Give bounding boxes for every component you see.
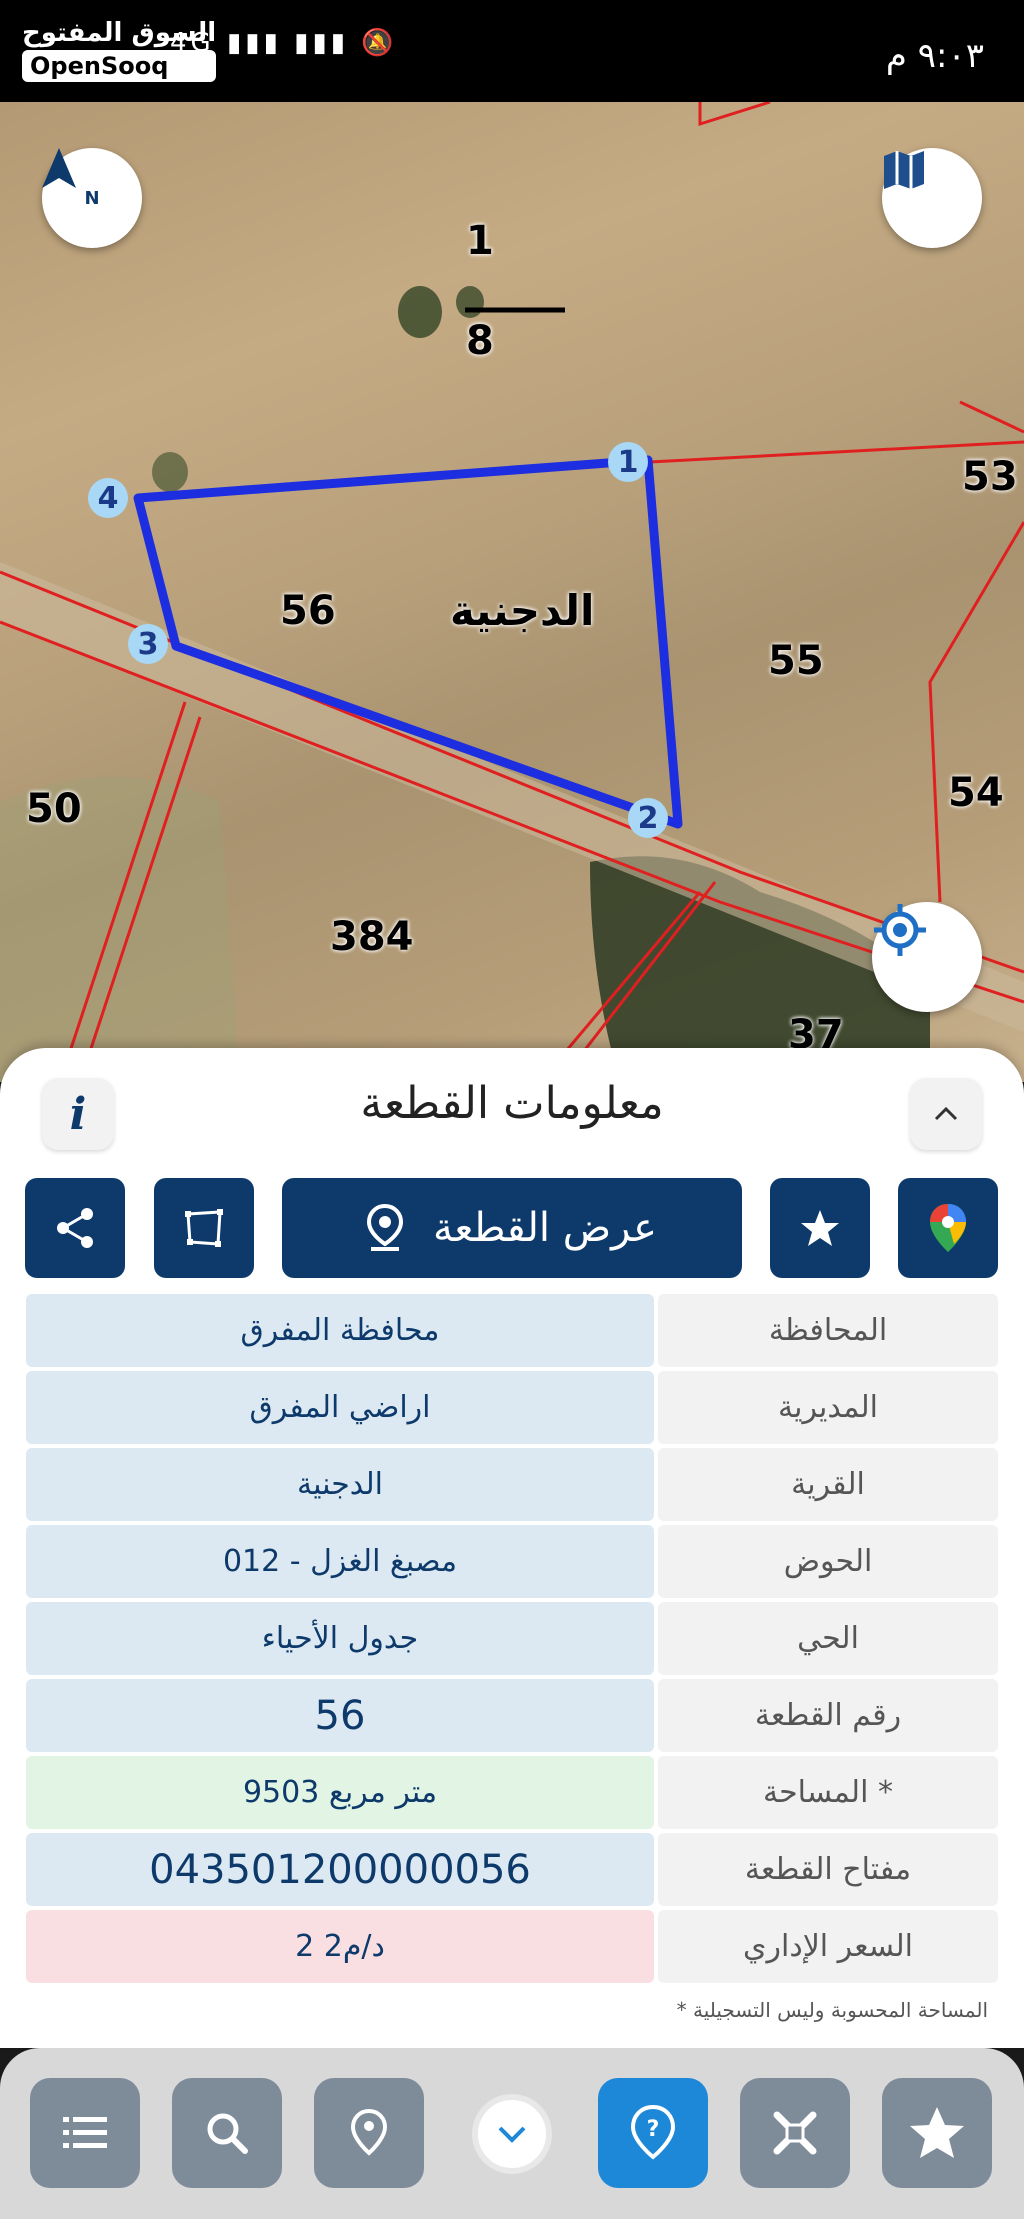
village-label: الدجنية [450, 586, 595, 635]
tools-button[interactable] [740, 2078, 850, 2188]
parcel-number-54: 54 [948, 770, 1004, 816]
row-parcel-number: 56 رقم القطعة [26, 1679, 998, 1752]
share-icon [57, 1208, 93, 1248]
parcel-number-8: 8 [466, 318, 494, 364]
parcel-number-1: 1 [466, 218, 494, 264]
parcel-number-56: 56 [280, 588, 336, 634]
polygon-icon [185, 1209, 223, 1247]
signal-icon: ▮▮▮ [226, 28, 282, 58]
parcel-shape-button[interactable] [154, 1178, 254, 1278]
value-parcel-number: 56 [26, 1679, 654, 1752]
list-button[interactable] [30, 2078, 140, 2188]
value-parcel-key: 043501200000056 [26, 1833, 654, 1906]
share-button[interactable] [25, 1178, 125, 1278]
list-icon [63, 2117, 107, 2148]
status-time: ٩:٠٣ م [885, 36, 984, 76]
label-directorate: المديرية [658, 1371, 998, 1444]
corner-marker-4[interactable]: 4 [88, 478, 128, 518]
bottom-navigation: ? [0, 2048, 1024, 2219]
my-location-button[interactable] [872, 902, 982, 1012]
star-icon [910, 2107, 964, 2158]
row-neighborhood: جدول الأحياء الحي [26, 1602, 998, 1675]
label-admin-price: السعر الإداري [658, 1910, 998, 1983]
label-village: القرية [658, 1448, 998, 1521]
info-button[interactable]: i [42, 1078, 114, 1150]
status-icons: 4G ▮▮▮ ▮▮▮ 🔕 [170, 28, 398, 58]
parcel-info-table: محافظة المفرق المحافظة اراضي المفرق المد… [26, 1294, 998, 1987]
row-admin-price: 2 د/م2 السعر الإداري [26, 1910, 998, 1983]
label-area: المساحة * [658, 1756, 998, 1829]
tools-icon [773, 2111, 817, 2155]
label-parcel-key: مفتاح القطعة [658, 1833, 998, 1906]
value-village: الدجنية [26, 1448, 654, 1521]
parcel-number-53: 53 [962, 454, 1018, 500]
row-governorate: محافظة المفرق المحافظة [26, 1294, 998, 1367]
corner-marker-3[interactable]: 3 [128, 624, 168, 664]
sheet-title: معلومات القطعة [360, 1078, 664, 1129]
google-maps-icon [930, 1204, 966, 1252]
help-button[interactable]: ? [598, 2078, 708, 2188]
search-button[interactable] [172, 2078, 282, 2188]
compass-icon: N [42, 148, 100, 209]
pin-icon [350, 2109, 388, 2156]
chevron-up-icon [934, 1106, 958, 1121]
value-neighborhood: جدول الأحياء [26, 1602, 654, 1675]
parcel-number-50: 50 [26, 786, 82, 832]
pin-button[interactable] [314, 2078, 424, 2188]
svg-text:?: ? [647, 2117, 660, 2142]
row-area: 9503 متر مربع المساحة * [26, 1756, 998, 1829]
location-pin-icon [366, 1204, 403, 1251]
network-label: 4G [170, 28, 215, 58]
corner-marker-2[interactable]: 2 [628, 798, 668, 838]
row-village: الدجنية القرية [26, 1448, 998, 1521]
parcel-info-sheet: معلومات القطعة i عرض القطعة محافظة المفر… [0, 1048, 1024, 2048]
label-governorate: المحافظة [658, 1294, 998, 1367]
google-maps-button[interactable] [898, 1178, 998, 1278]
value-admin-price: 2 د/م2 [26, 1910, 654, 1983]
value-area: 9503 متر مربع [26, 1756, 654, 1829]
corner-marker-1[interactable]: 1 [608, 442, 648, 482]
value-governorate: محافظة المفرق [26, 1294, 654, 1367]
favorites-button[interactable] [882, 2078, 992, 2188]
parcel-number-384: 384 [330, 914, 414, 960]
parcel-number-55: 55 [768, 638, 824, 684]
row-basin: مصبغ الغزل - 012 الحوض [26, 1525, 998, 1598]
north-compass-button[interactable]: N [42, 148, 142, 248]
map-icon [884, 151, 924, 189]
value-directorate: اراضي المفرق [26, 1371, 654, 1444]
label-parcel-number: رقم القطعة [658, 1679, 998, 1752]
expand-toggle-button[interactable] [472, 2094, 552, 2174]
row-parcel-key: 043501200000056 مفتاح القطعة [26, 1833, 998, 1906]
satellite-map[interactable]: 1 8 53 56 55 54 50 384 37 الدجنية 1 2 3 … [0, 102, 1024, 1082]
show-parcel-button[interactable]: عرض القطعة [282, 1178, 742, 1278]
status-bar: السوق المفتوح OpenSooq 4G ▮▮▮ ▮▮▮ 🔕 ٩:٠٣… [0, 0, 1024, 102]
show-parcel-label: عرض القطعة [432, 1205, 658, 1251]
help-icon: ? [630, 2105, 676, 2160]
search-icon [207, 2113, 248, 2154]
favorite-button[interactable] [770, 1178, 870, 1278]
chevron-down-icon [498, 2126, 526, 2143]
row-directorate: اراضي المفرق المديرية [26, 1371, 998, 1444]
map-layers-button[interactable] [882, 148, 982, 248]
north-label: N [84, 187, 100, 209]
collapse-sheet-button[interactable] [910, 1078, 982, 1150]
label-basin: الحوض [658, 1525, 998, 1598]
area-footnote: * المساحة المحسوبة وليس التسجيلية [676, 1998, 988, 2022]
star-icon [801, 1210, 839, 1246]
action-bar: عرض القطعة [0, 1178, 1024, 1278]
crosshair-icon [874, 904, 926, 956]
signal-icon-2: ▮▮▮ [294, 28, 350, 58]
label-neighborhood: الحي [658, 1602, 998, 1675]
value-basin: مصبغ الغزل - 012 [26, 1525, 654, 1598]
mute-icon: 🔕 [361, 28, 398, 58]
